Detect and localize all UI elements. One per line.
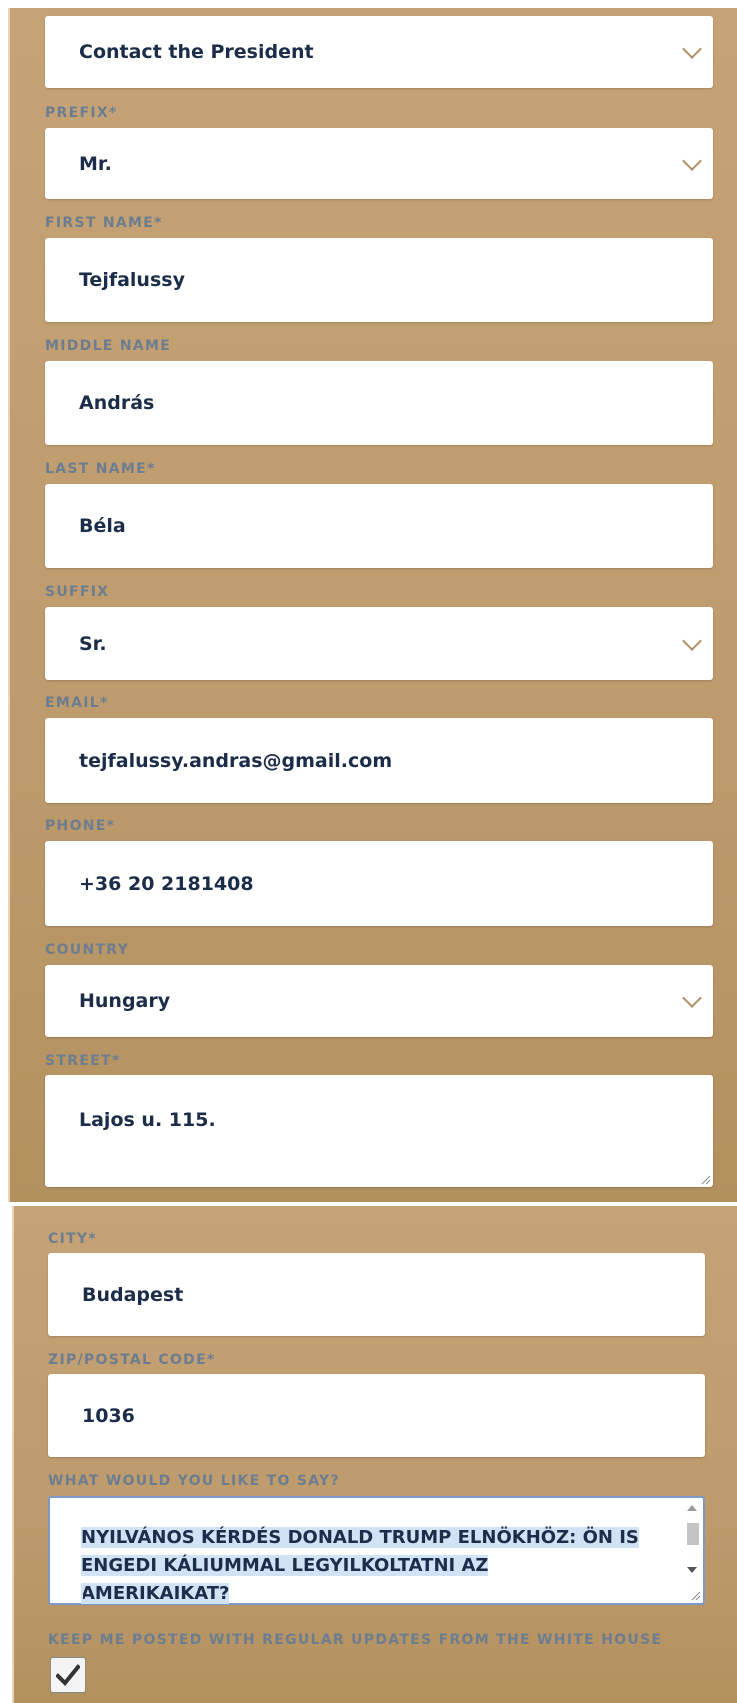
topic-select-value: Contact the President <box>79 41 314 63</box>
country-select[interactable]: Hungary <box>45 965 713 1037</box>
phone-value: +36 20 2181408 <box>79 872 254 895</box>
zip-value: 1036 <box>82 1404 135 1427</box>
message-scrollbar[interactable] <box>683 1501 701 1577</box>
resize-grip-icon[interactable] <box>691 1591 701 1601</box>
chevron-down-icon <box>682 988 702 1008</box>
scroll-up-arrow-icon[interactable] <box>687 1505 697 1511</box>
middle-name-input[interactable]: András <box>45 361 713 445</box>
prefix-select-value: Mr. <box>79 152 112 175</box>
street-textarea[interactable]: Lajos u. 115. <box>45 1075 713 1187</box>
prefix-select[interactable]: Mr. <box>45 128 713 199</box>
resize-grip-icon[interactable] <box>701 1175 711 1185</box>
country-select-value: Hungary <box>79 990 171 1012</box>
phone-input[interactable]: +36 20 2181408 <box>45 841 713 926</box>
street-value: Lajos u. 115. <box>79 1109 216 1131</box>
selection-tail <box>81 1586 83 1603</box>
last-name-value: Béla <box>79 515 126 537</box>
scroll-down-arrow-icon[interactable] <box>687 1567 697 1573</box>
updates-label: KEEP ME POSTED WITH REGULAR UPDATES FROM… <box>48 1632 663 1648</box>
city-input[interactable]: Budapest <box>48 1253 705 1336</box>
zip-label: ZIP/POSTAL CODE* <box>48 1352 216 1368</box>
email-input[interactable]: tejfalussy.andras@gmail.com <box>45 718 713 803</box>
topic-select[interactable]: Contact the President <box>45 16 713 88</box>
chevron-down-icon <box>682 150 702 171</box>
first-name-input[interactable]: Tejfalussy <box>45 238 713 322</box>
middle-name-label: MIDDLE NAME <box>45 338 172 354</box>
first-name-label: FIRST NAME* <box>45 215 163 231</box>
message-value: NYILVÁNOS KÉRDÉS DONALD TRUMP ELNÖKHÖZ: … <box>81 1527 639 1604</box>
chevron-down-icon <box>682 39 702 59</box>
email-value: tejfalussy.andras@gmail.com <box>79 749 393 772</box>
checkmark-icon <box>56 1664 80 1686</box>
chevron-down-icon <box>682 630 702 651</box>
suffix-select-value: Sr. <box>79 632 107 655</box>
last-name-label: LAST NAME* <box>45 461 156 477</box>
message-label: WHAT WOULD YOU LIKE TO SAY? <box>48 1473 340 1489</box>
middle-name-value: András <box>79 392 155 414</box>
city-label: CITY* <box>48 1231 97 1247</box>
updates-checkbox[interactable] <box>50 1657 86 1693</box>
suffix-label: SUFFIX <box>45 584 110 600</box>
message-textarea[interactable]: NYILVÁNOS KÉRDÉS DONALD TRUMP ELNÖKHÖZ: … <box>48 1496 705 1605</box>
scroll-thumb[interactable] <box>687 1523 699 1545</box>
zip-input[interactable]: 1036 <box>48 1374 705 1457</box>
city-value: Budapest <box>82 1283 184 1306</box>
email-label: EMAIL* <box>45 695 109 711</box>
phone-label: PHONE* <box>45 818 116 834</box>
suffix-select[interactable]: Sr. <box>45 607 713 680</box>
first-name-value: Tejfalussy <box>79 269 185 291</box>
street-label: STREET* <box>45 1053 121 1069</box>
last-name-input[interactable]: Béla <box>45 484 713 568</box>
prefix-label: PREFIX* <box>45 105 118 121</box>
country-label: COUNTRY <box>45 942 130 958</box>
